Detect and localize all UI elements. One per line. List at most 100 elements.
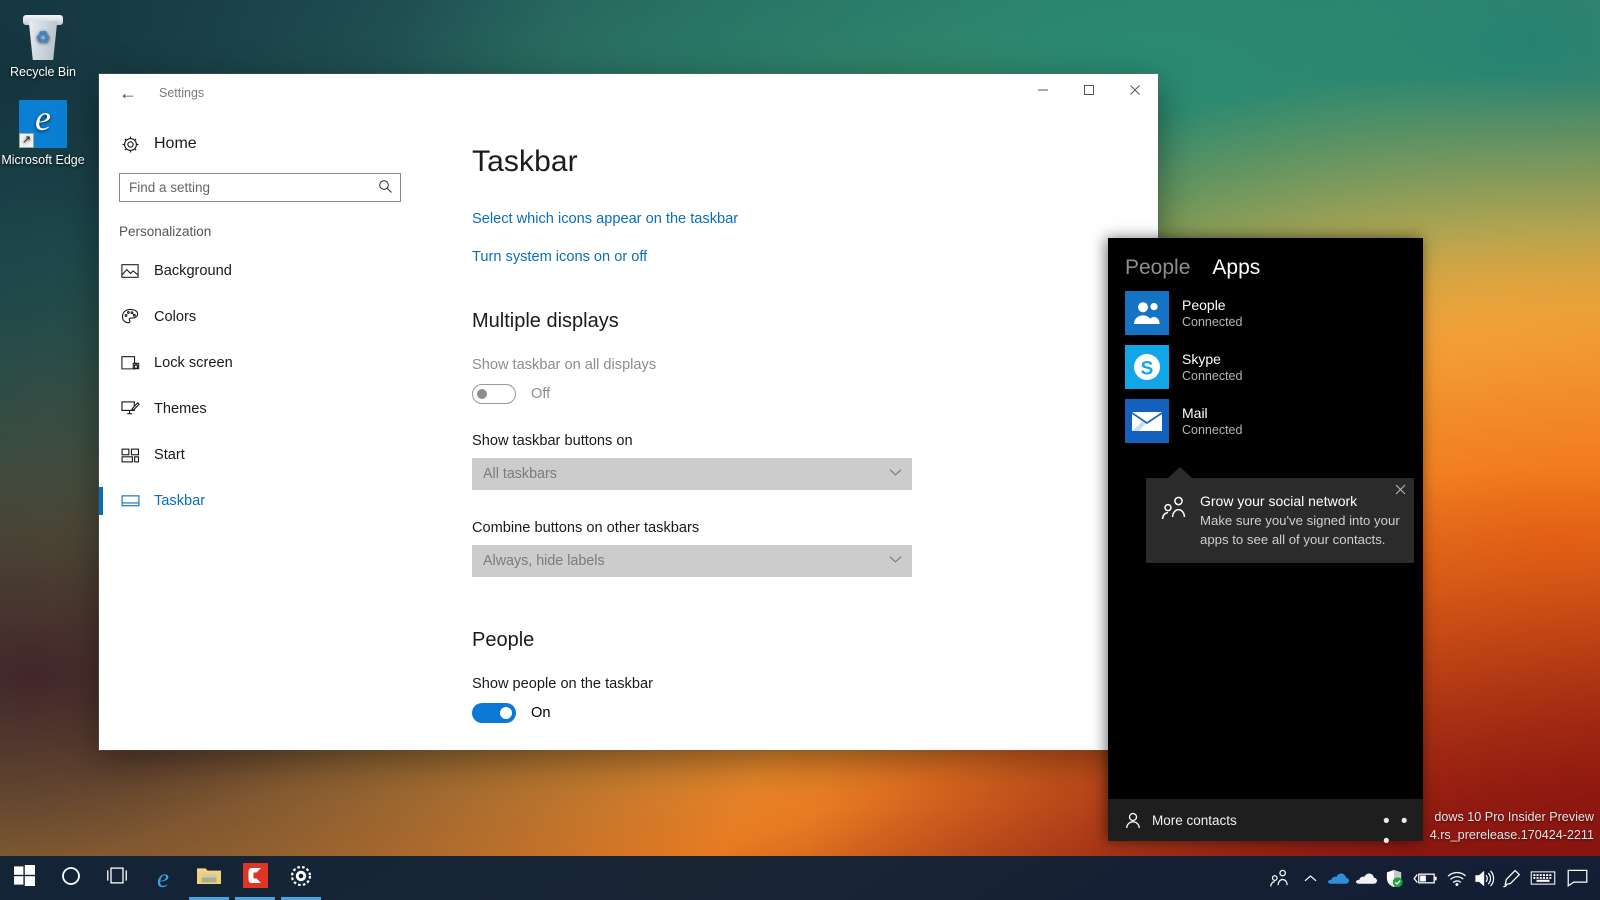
gear-icon	[113, 135, 147, 154]
watermark-line-1: dows 10 Pro Insider Preview	[1374, 808, 1594, 826]
sidebar-item-label: Taskbar	[154, 493, 205, 509]
sidebar-item-label: Colors	[154, 309, 196, 325]
themes-brush-icon	[113, 400, 147, 418]
app-name: Mail	[1182, 405, 1242, 422]
mail-icon	[1125, 399, 1169, 443]
settings-window: ← Settings	[99, 74, 1158, 750]
tab-apps[interactable]: Apps	[1212, 256, 1260, 280]
desktop-icon-microsoft-edge[interactable]: e ↗ Microsoft Edge	[0, 100, 86, 168]
section-heading-multiple-displays: Multiple displays	[472, 310, 1158, 333]
palette-icon	[113, 308, 147, 326]
recycle-bin-icon: ♻	[21, 12, 65, 60]
gear-icon	[290, 865, 312, 892]
sidebar-item-themes[interactable]: Themes	[99, 386, 435, 432]
touch-keyboard-icon[interactable]	[1526, 856, 1560, 900]
callout-grow-social-network: Grow your social network Make sure you'v…	[1146, 478, 1414, 563]
taskbar: e	[0, 856, 1600, 900]
search-container	[99, 173, 435, 202]
back-arrow-icon[interactable]: ←	[105, 77, 151, 109]
section-heading-people: People	[472, 629, 1158, 652]
people-app-icon	[1125, 291, 1169, 335]
person-icon	[1125, 812, 1147, 829]
volume-icon[interactable]	[1470, 856, 1498, 900]
label-combine-buttons: Combine buttons on other taskbars	[472, 520, 1158, 536]
list-item-mail-app[interactable]: Mail Connected	[1108, 394, 1423, 448]
folder-icon	[196, 865, 222, 891]
sidebar-section-header: Personalization	[99, 202, 435, 248]
sidebar-item-label: Background	[154, 263, 232, 279]
red-c-app-icon	[243, 863, 268, 893]
chevron-down-icon	[889, 468, 902, 480]
toggle-state-label: Off	[531, 386, 550, 402]
settings-button[interactable]	[278, 856, 324, 900]
toggle-row-show-people-on-taskbar: On	[472, 703, 1158, 723]
start-button[interactable]	[0, 856, 48, 900]
chevron-down-icon	[889, 555, 902, 567]
link-select-which-icons[interactable]: Select which icons appear on the taskbar	[472, 211, 1158, 227]
taskbar-icon	[113, 494, 147, 508]
edge-button[interactable]: e	[140, 856, 186, 900]
shortcut-arrow-icon: ↗	[19, 133, 34, 148]
cortana-button[interactable]	[48, 856, 94, 900]
settings-content: Taskbar Select which icons appear on the…	[435, 111, 1158, 750]
more-contacts-label: More contacts	[1152, 813, 1237, 828]
label-show-people-on-taskbar: Show people on the taskbar	[472, 676, 1158, 692]
file-explorer-button[interactable]	[186, 856, 232, 900]
callout-title: Grow your social network	[1200, 492, 1400, 511]
people-group-icon	[1160, 492, 1190, 549]
settings-sidebar: Home Personalization	[99, 111, 435, 750]
toggle-row-show-taskbar-on-all-displays: Off	[472, 384, 1158, 404]
sidebar-item-lock-screen[interactable]: Lock screen	[99, 340, 435, 386]
sidebar-item-home[interactable]: Home	[99, 123, 435, 165]
maximize-button[interactable]	[1066, 74, 1112, 105]
sidebar-item-background[interactable]: Background	[99, 248, 435, 294]
search-input[interactable]	[129, 180, 378, 195]
app-name: People	[1182, 297, 1242, 314]
label-show-taskbar-on-all-displays: Show taskbar on all displays	[472, 357, 1158, 373]
sidebar-item-colors[interactable]: Colors	[99, 294, 435, 340]
app-c-button[interactable]	[232, 856, 278, 900]
app-status: Connected	[1182, 314, 1242, 330]
list-item-skype-app[interactable]: S Skype Connected	[1108, 340, 1423, 394]
window-titlebar: ← Settings	[99, 74, 1158, 111]
sidebar-item-taskbar[interactable]: Taskbar	[99, 478, 435, 524]
window-title: Settings	[159, 86, 204, 100]
list-item-people-app[interactable]: People Connected	[1108, 286, 1423, 340]
windows-defender-icon[interactable]	[1380, 856, 1408, 900]
pen-workspace-icon[interactable]	[1498, 856, 1526, 900]
onedrive-blue-icon[interactable]	[1324, 856, 1352, 900]
desktop-icon-recycle-bin[interactable]: ♻ Recycle Bin	[0, 12, 86, 80]
sidebar-item-label: Themes	[154, 401, 207, 417]
network-icon[interactable]	[1442, 856, 1470, 900]
people-tray-icon[interactable]	[1262, 856, 1296, 900]
sidebar-item-start[interactable]: Start	[99, 432, 435, 478]
close-icon[interactable]	[1395, 484, 1406, 497]
battery-icon[interactable]	[1408, 856, 1442, 900]
desktop-icon-label: Recycle Bin	[10, 65, 76, 79]
dropdown-show-taskbar-buttons-on[interactable]: All taskbars	[472, 458, 912, 490]
dropdown-combine-buttons[interactable]: Always, hide labels	[472, 545, 912, 577]
task-view-button[interactable]	[94, 856, 140, 900]
toggle-show-people-on-taskbar[interactable]	[472, 703, 516, 723]
desktop-icon-label: Microsoft Edge	[1, 153, 84, 167]
app-name: Skype	[1182, 351, 1242, 368]
minimize-button[interactable]	[1020, 74, 1066, 105]
tab-people[interactable]: People	[1125, 256, 1190, 280]
toggle-state-label: On	[531, 705, 550, 721]
svg-text:S: S	[1141, 359, 1154, 380]
close-button[interactable]	[1112, 74, 1158, 105]
search-box[interactable]	[119, 173, 401, 202]
edge-icon: e ↗	[19, 100, 67, 148]
link-turn-system-icons[interactable]: Turn system icons on or off	[472, 249, 1158, 265]
windows-watermark: dows 10 Pro Insider Preview 4.rs_prerele…	[1374, 808, 1594, 844]
toggle-show-taskbar-on-all-displays[interactable]	[472, 384, 516, 404]
skype-icon: S	[1125, 345, 1169, 389]
watermark-line-2: 4.rs_prerelease.170424-2211	[1374, 826, 1594, 844]
action-center-icon[interactable]	[1560, 856, 1594, 900]
lock-screen-icon	[113, 355, 147, 371]
system-tray	[1262, 856, 1600, 900]
show-hidden-icons-icon[interactable]	[1296, 856, 1324, 900]
onedrive-white-icon[interactable]	[1352, 856, 1380, 900]
picture-icon	[113, 263, 147, 279]
search-icon	[378, 179, 393, 196]
